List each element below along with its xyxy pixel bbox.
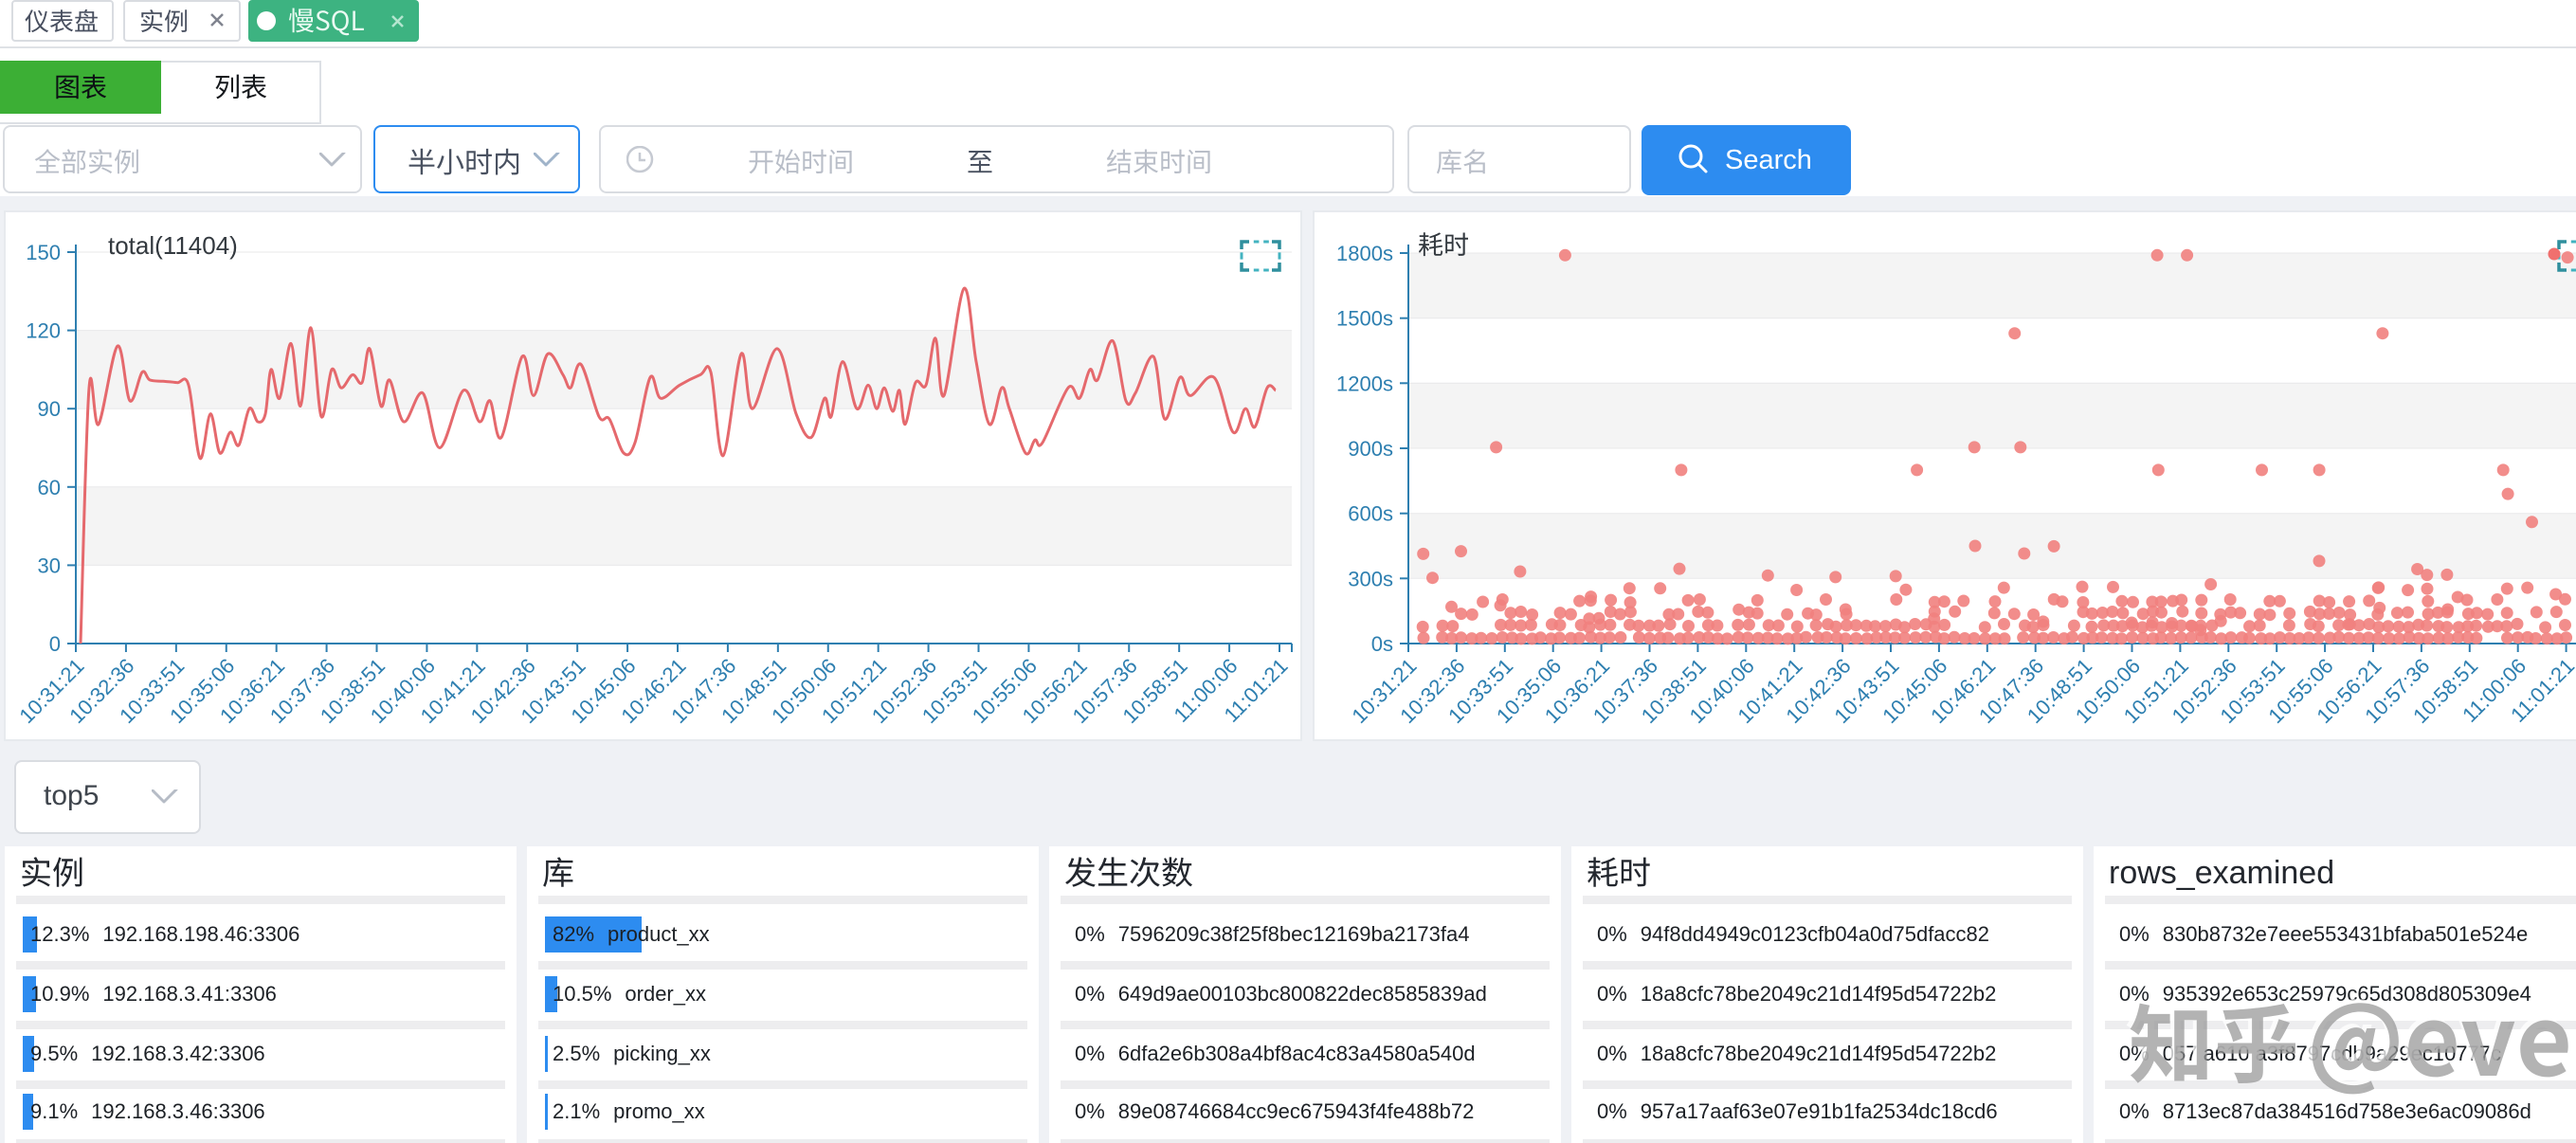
svg-text:1800s: 1800s bbox=[1336, 242, 1393, 265]
svg-text:150: 150 bbox=[26, 241, 61, 264]
svg-text:1200s: 1200s bbox=[1336, 372, 1393, 395]
svg-text:900s: 900s bbox=[1348, 437, 1393, 461]
svg-text:0: 0 bbox=[49, 632, 61, 656]
svg-text:90: 90 bbox=[38, 397, 61, 421]
svg-text:30: 30 bbox=[38, 553, 61, 577]
svg-text:0s: 0s bbox=[1371, 632, 1393, 656]
svg-text:300s: 300s bbox=[1348, 567, 1393, 590]
svg-text:60: 60 bbox=[38, 476, 61, 499]
svg-text:120: 120 bbox=[26, 319, 61, 343]
svg-text:total(11404): total(11404) bbox=[108, 231, 238, 260]
svg-text:1500s: 1500s bbox=[1336, 307, 1393, 331]
svg-text:600s: 600s bbox=[1348, 502, 1393, 526]
